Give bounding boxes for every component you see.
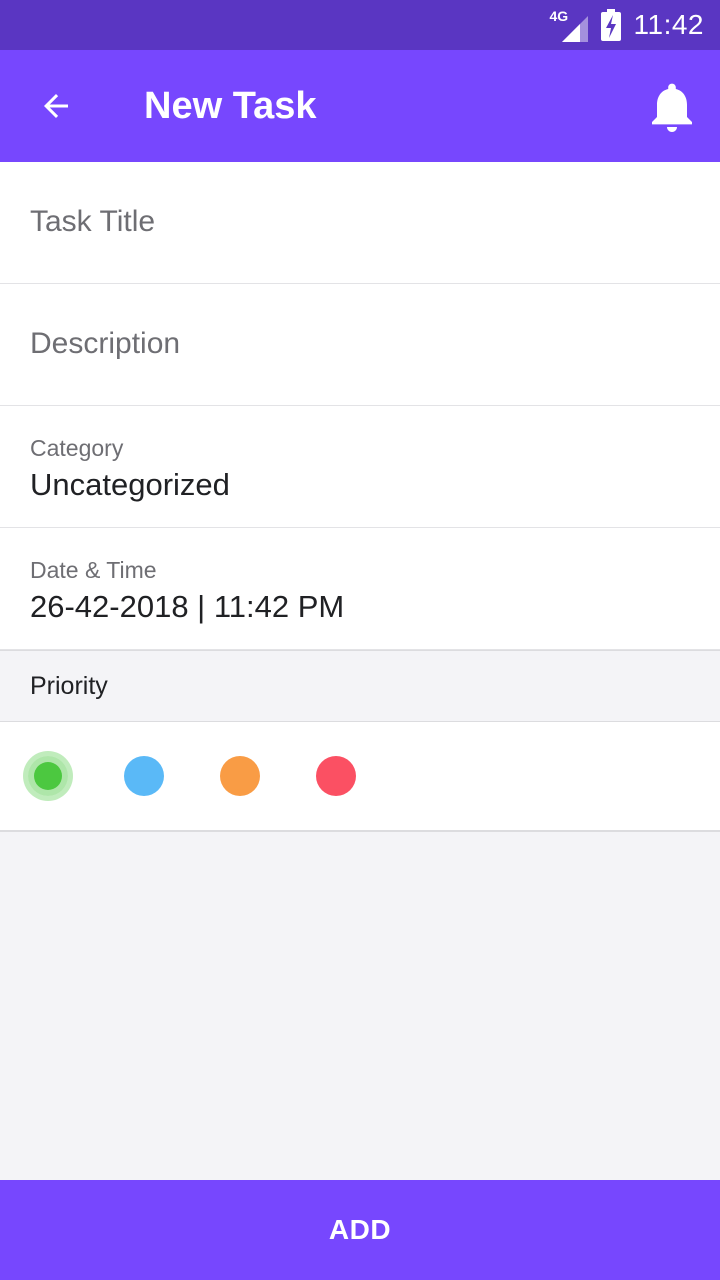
reminder-button[interactable] xyxy=(642,78,702,138)
priority-option-orange[interactable] xyxy=(220,756,260,796)
task-title-placeholder: Task Title xyxy=(30,205,156,238)
priority-label: Priority xyxy=(30,672,108,700)
priority-section-header: Priority xyxy=(0,650,720,722)
description-field[interactable]: Description xyxy=(0,284,720,406)
category-selector[interactable]: Category Uncategorized xyxy=(0,406,720,528)
page-title: New Task xyxy=(144,85,317,127)
arrow-left-icon xyxy=(44,94,68,118)
bell-icon xyxy=(652,83,692,132)
app-bar: New Task xyxy=(0,50,720,162)
back-button[interactable] xyxy=(28,78,84,134)
datetime-label: Date & Time xyxy=(30,557,157,583)
status-bar: 4G 11:42 xyxy=(0,0,720,50)
add-button[interactable]: ADD xyxy=(0,1180,720,1280)
priority-option-red[interactable] xyxy=(316,756,356,796)
category-label: Category xyxy=(30,435,124,461)
battery-charging-icon xyxy=(600,9,622,41)
priority-option-blue[interactable] xyxy=(124,756,164,796)
signal-indicator: 4G xyxy=(548,8,588,42)
priority-option-green[interactable] xyxy=(28,756,68,796)
task-title-field[interactable]: Task Title xyxy=(0,162,720,284)
priority-options xyxy=(0,722,720,832)
signal-icon xyxy=(561,16,588,42)
datetime-value: 26-42-2018 | 11:42 PM xyxy=(30,589,345,624)
category-value: Uncategorized xyxy=(30,467,230,502)
status-time: 11:42 xyxy=(633,9,704,40)
description-placeholder: Description xyxy=(30,327,181,360)
datetime-selector[interactable]: Date & Time 26-42-2018 | 11:42 PM xyxy=(0,528,720,650)
task-form: Task Title Description Category Uncatego… xyxy=(0,162,720,650)
